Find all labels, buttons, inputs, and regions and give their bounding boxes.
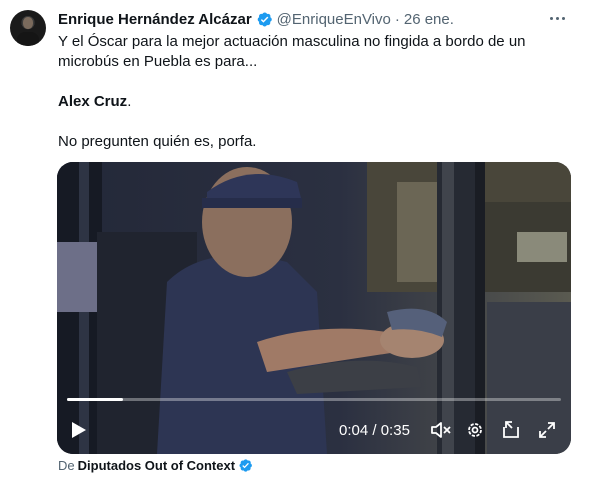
bold-name: Alex Cruz xyxy=(58,93,128,110)
video-frame xyxy=(57,162,571,454)
avatar[interactable] xyxy=(10,10,46,46)
tweet-text-line: microbús en Puebla es para... xyxy=(58,53,258,70)
tweet-date[interactable]: 26 ene. xyxy=(404,11,454,28)
more-icon[interactable] xyxy=(545,8,569,28)
more-dot xyxy=(549,16,553,20)
video-progress-fill xyxy=(67,398,124,401)
fullscreen-icon[interactable] xyxy=(535,414,559,446)
play-icon[interactable] xyxy=(69,414,89,446)
current-time: 0:04 xyxy=(339,422,369,439)
mute-glyph xyxy=(431,422,451,438)
avatar-shirt xyxy=(17,32,39,46)
source-account[interactable]: Diputados Out of Context xyxy=(78,458,235,473)
tweet-text-line: No pregunten quién es, porfa. xyxy=(58,133,257,150)
video-controls: 0:04 / 0:35 xyxy=(57,414,571,446)
author-handle[interactable]: @EnriqueEnVivo xyxy=(277,11,391,28)
video-progress-bar[interactable] xyxy=(67,398,561,401)
bold-suffix: . xyxy=(127,93,132,110)
separator-dot: · xyxy=(394,10,400,28)
tweet-text-line: Y el Óscar para la mejor actuación mascu… xyxy=(58,33,526,50)
video-source: De Diputados Out of Context xyxy=(58,458,253,473)
more-dot xyxy=(555,16,559,20)
tweet-text-bold-line: Alex Cruz. xyxy=(58,92,131,112)
verified-icon xyxy=(257,12,272,26)
time-separator: / xyxy=(368,422,381,439)
avatar-face xyxy=(23,17,33,29)
play-glyph xyxy=(72,422,86,438)
source-prefix: De xyxy=(58,458,75,473)
video-time: 0:04 / 0:35 xyxy=(339,422,410,439)
pip-icon[interactable] xyxy=(499,414,523,446)
tweet-header: Enrique Hernández Alcázar @EnriqueEnVivo… xyxy=(58,9,454,29)
settings-icon[interactable] xyxy=(463,414,487,446)
pip-glyph xyxy=(503,421,519,438)
fullscreen-glyph xyxy=(539,422,555,438)
more-dot xyxy=(561,16,565,20)
verified-icon xyxy=(239,459,252,472)
mute-icon[interactable] xyxy=(429,414,453,446)
settings-glyph xyxy=(468,423,482,437)
video-player[interactable]: 0:04 / 0:35 xyxy=(57,162,571,454)
author-name[interactable]: Enrique Hernández Alcázar xyxy=(58,11,252,28)
duration: 0:35 xyxy=(380,422,410,439)
